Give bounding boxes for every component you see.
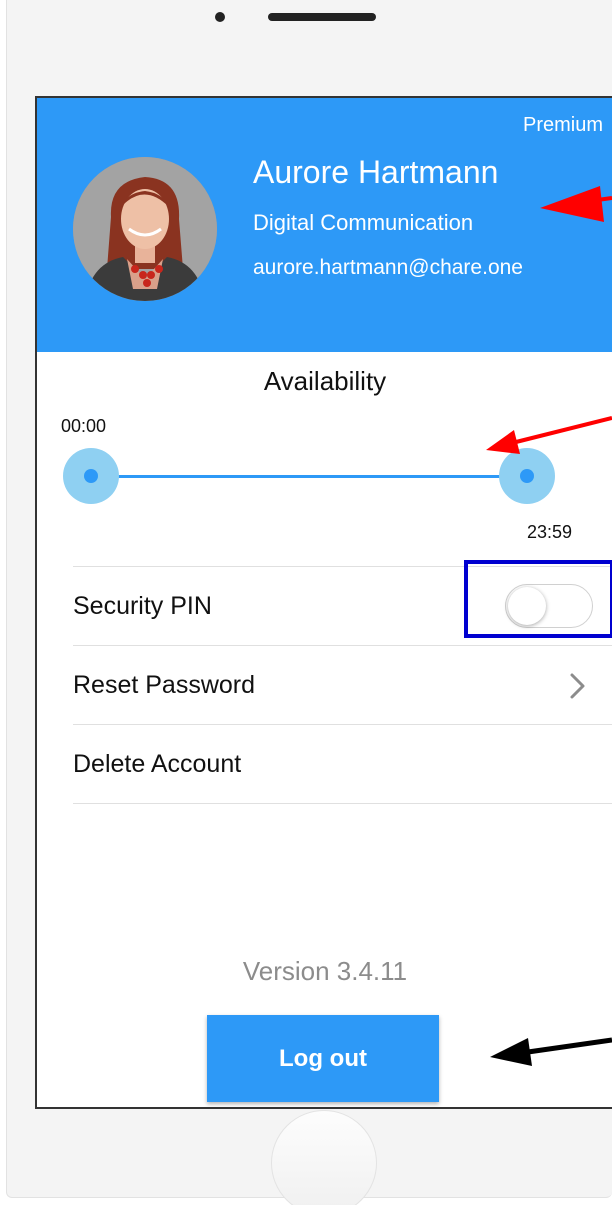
avatar-photo-icon	[73, 157, 217, 301]
slider-track[interactable]	[91, 475, 527, 478]
avatar[interactable]	[73, 157, 217, 301]
availability-title: Availability	[263, 366, 387, 396]
user-name: Aurore Hartmann	[253, 154, 499, 190]
user-email: aurore.hartmann@chare.one	[253, 256, 523, 279]
settings-list: Security PIN Reset Password Delete Accou…	[73, 566, 612, 804]
security-pin-row: Security PIN	[73, 567, 612, 646]
camera-icon	[215, 12, 225, 22]
security-pin-label: Security PIN	[73, 591, 212, 620]
home-button[interactable]	[271, 1110, 377, 1205]
availability-range-slider[interactable]	[63, 448, 555, 504]
delete-account-row[interactable]: Delete Account	[73, 725, 612, 804]
toggle-knob	[508, 587, 546, 625]
reset-password-row[interactable]: Reset Password	[73, 646, 612, 725]
slider-start-handle[interactable]	[63, 448, 119, 504]
premium-badge: Premium	[522, 114, 603, 136]
reset-password-label: Reset Password	[73, 670, 256, 699]
logout-button[interactable]: Log out	[207, 1015, 439, 1102]
user-department: Digital Communication	[253, 210, 474, 235]
profile-header: Premium Aurore Hartmann Digital Communic…	[37, 98, 612, 352]
availability-start-time: 00:00	[61, 416, 107, 436]
speaker-icon	[268, 13, 376, 21]
app-screen: Premium Aurore Hartmann Digital Communic…	[35, 96, 612, 1109]
slider-end-handle[interactable]	[499, 448, 555, 504]
security-pin-toggle[interactable]	[505, 584, 593, 628]
app-version: Version 3.4.11	[242, 956, 408, 986]
chevron-right-icon	[570, 673, 585, 699]
availability-end-time: 23:59	[527, 522, 573, 542]
delete-account-label: Delete Account	[73, 749, 242, 778]
phone-frame: Premium Aurore Hartmann Digital Communic…	[6, 0, 612, 1205]
